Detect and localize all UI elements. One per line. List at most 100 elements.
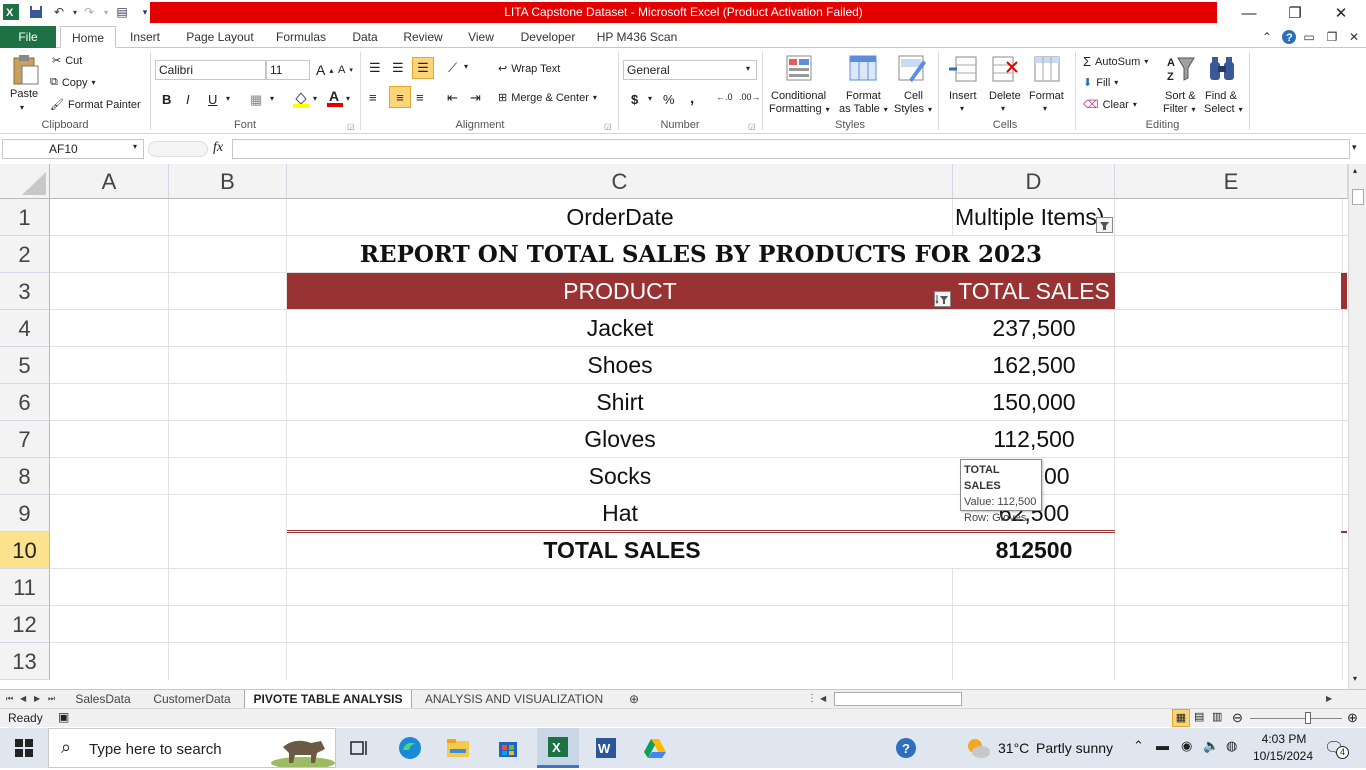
format-cells-dropdown-icon[interactable]: ▾: [1043, 104, 1047, 113]
clear-button[interactable]: ⌫ Clear ▾: [1083, 98, 1137, 112]
row-header[interactable]: 2: [0, 236, 50, 273]
insert-cells-button[interactable]: Insert: [949, 90, 977, 102]
tab-split-handle[interactable]: ⋮: [807, 690, 817, 708]
align-right-icon[interactable]: ≡: [416, 90, 424, 105]
paste-dropdown-icon[interactable]: ▾: [20, 103, 24, 112]
grand-total-value[interactable]: 812500: [953, 532, 1115, 569]
percent-button[interactable]: %: [663, 92, 675, 107]
tab-review[interactable]: Review: [397, 26, 449, 48]
pivot-row-label[interactable]: Jacket: [287, 310, 953, 347]
zoom-slider-thumb[interactable]: [1305, 712, 1311, 724]
sheet-tab-analysis-visualization[interactable]: ANALYSIS AND VISUALIZATION: [416, 690, 612, 708]
format-cells-button[interactable]: Format: [1029, 90, 1064, 102]
format-painter-button[interactable]: 🖌 Format Painter: [50, 98, 141, 112]
formula-input[interactable]: [232, 139, 1350, 159]
taskbar-search-box[interactable]: ⌕ Type here to search: [48, 728, 336, 769]
file-explorer-icon[interactable]: [442, 734, 474, 762]
delete-cells-icon[interactable]: [990, 54, 1022, 84]
show-hidden-icons[interactable]: ⌃: [1133, 738, 1144, 754]
windows-start-icon[interactable]: [8, 734, 40, 762]
number-format-dropdown-icon[interactable]: ▾: [746, 64, 750, 73]
pivot-row-value[interactable]: 237,500: [953, 310, 1115, 347]
pivot-filter-value[interactable]: Multiple Items): [955, 199, 1105, 236]
pivot-filter-label[interactable]: OrderDate: [287, 199, 953, 236]
workbook-restore-icon[interactable]: ❐: [1324, 26, 1340, 48]
fill-color-dropdown-icon[interactable]: ▾: [313, 94, 317, 103]
underline-button[interactable]: U: [208, 92, 217, 107]
align-bottom-icon[interactable]: ☰: [412, 57, 434, 79]
clock-date[interactable]: 10/15/2024: [1250, 749, 1316, 763]
merge-center-button[interactable]: ⊞ Merge & Center ▾: [498, 91, 597, 105]
font-size-select[interactable]: 11: [266, 60, 310, 80]
close-button[interactable]: ✕: [1318, 0, 1364, 26]
find-select-button-line2[interactable]: Select ▾: [1204, 103, 1243, 115]
orientation-dropdown-icon[interactable]: ▾: [464, 62, 468, 71]
sort-filter-button-line2[interactable]: Filter ▾: [1163, 103, 1195, 115]
shrink-font-icon[interactable]: A ▾: [338, 64, 353, 76]
workbook-close-icon[interactable]: ✕: [1346, 26, 1362, 48]
minimize-button[interactable]: —: [1226, 0, 1272, 26]
tab-insert[interactable]: Insert: [122, 26, 168, 48]
pivot-row-label[interactable]: Shoes: [287, 347, 953, 384]
row-header[interactable]: 6: [0, 384, 50, 421]
pivot-row-label[interactable]: Socks: [287, 458, 953, 495]
tab-file[interactable]: File: [0, 26, 56, 48]
row-header[interactable]: 11: [0, 569, 50, 606]
sheet-tab-salesdata[interactable]: SalesData: [66, 690, 140, 708]
cell-styles-button-line2[interactable]: Styles ▾: [894, 103, 932, 115]
decrease-decimal-icon[interactable]: .00→: [739, 92, 761, 102]
weather-temperature[interactable]: 31°C: [998, 740, 1029, 756]
expand-formula-bar-icon[interactable]: ▾: [1352, 142, 1357, 153]
underline-dropdown-icon[interactable]: ▾: [226, 94, 230, 103]
paste-button[interactable]: Paste: [10, 88, 38, 100]
row-header[interactable]: 4: [0, 310, 50, 347]
sheet-tab-customerdata[interactable]: CustomerData: [144, 690, 240, 708]
minimize-ribbon-icon[interactable]: ⌃: [1260, 26, 1274, 48]
header-product[interactable]: PRODUCT: [287, 273, 953, 310]
insert-function-icon[interactable]: fx: [213, 140, 223, 156]
excel-taskbar-icon[interactable]: X: [537, 728, 579, 768]
vertical-scroll-thumb[interactable]: [1352, 189, 1364, 205]
grand-total-label[interactable]: TOTAL SALES: [287, 532, 957, 569]
align-left-icon[interactable]: ≡: [369, 90, 377, 105]
increase-decimal-icon[interactable]: ←.0: [716, 92, 733, 102]
fill-button[interactable]: ⬇ Fill ▾: [1083, 76, 1118, 90]
row-header-selected[interactable]: 10: [0, 532, 50, 569]
name-box[interactable]: AF10: [2, 139, 144, 159]
format-as-table-button-line2[interactable]: as Table ▾: [839, 103, 888, 115]
increase-indent-icon[interactable]: ⇥: [470, 90, 481, 106]
column-header-c[interactable]: C: [287, 164, 953, 199]
format-cells-icon[interactable]: [1032, 54, 1064, 84]
number-format-select[interactable]: General: [623, 60, 757, 80]
conditional-formatting-button[interactable]: Conditional: [771, 90, 826, 102]
insert-cells-icon[interactable]: [948, 54, 980, 84]
insert-cells-dropdown-icon[interactable]: ▾: [960, 104, 964, 113]
row-header[interactable]: 12: [0, 606, 50, 643]
tab-view[interactable]: View: [460, 26, 502, 48]
tab-data[interactable]: Data: [345, 26, 385, 48]
fill-color-icon[interactable]: [292, 90, 310, 108]
restore-button[interactable]: ❐: [1272, 0, 1318, 26]
page-layout-view-icon[interactable]: ▤: [1194, 710, 1204, 723]
pivot-row-label[interactable]: Gloves: [287, 421, 953, 458]
orientation-icon[interactable]: ⟋: [448, 60, 457, 76]
form-icon[interactable]: ▤: [113, 3, 131, 21]
sort-filter-button[interactable]: Sort &: [1165, 90, 1196, 102]
wrap-text-button[interactable]: ↩ Wrap Text: [498, 62, 560, 76]
decrease-indent-icon[interactable]: ⇤: [447, 90, 458, 106]
alignment-launcher-icon[interactable]: ◲: [604, 122, 612, 131]
italic-button[interactable]: I: [186, 92, 190, 107]
word-taskbar-icon[interactable]: W: [590, 734, 622, 762]
pivot-row-value[interactable]: 00: [1044, 458, 1070, 495]
task-view-icon[interactable]: [344, 734, 376, 762]
scroll-left-icon[interactable]: ◀: [820, 690, 826, 708]
bold-button[interactable]: B: [162, 92, 171, 107]
row-header[interactable]: 8: [0, 458, 50, 495]
prev-sheet-icon[interactable]: ◀: [20, 690, 26, 708]
row-header[interactable]: 3: [0, 273, 50, 310]
font-name-select[interactable]: Calibri: [155, 60, 266, 80]
column-header-d[interactable]: D: [953, 164, 1115, 199]
borders-dropdown-icon[interactable]: ▾: [270, 94, 274, 103]
comma-button[interactable]: ,: [690, 90, 694, 107]
weather-icon[interactable]: [962, 734, 994, 762]
